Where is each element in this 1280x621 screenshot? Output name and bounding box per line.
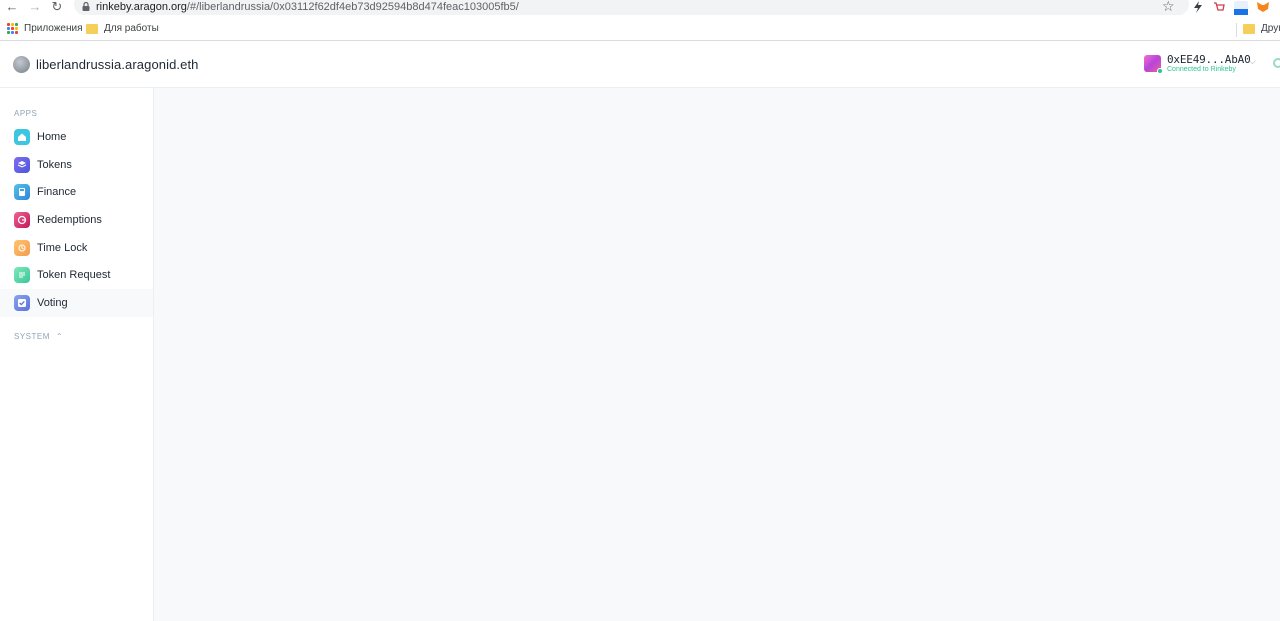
- cart-extension-icon[interactable]: [1212, 0, 1226, 14]
- reload-icon[interactable]: ↻: [50, 0, 64, 14]
- sidebar-item-voting[interactable]: Voting: [0, 289, 153, 317]
- org-logo-icon: [13, 56, 30, 73]
- time-lock-icon: [14, 239, 30, 256]
- token-request-icon: [14, 267, 30, 284]
- system-section-toggle[interactable]: SYSTEM ⌃: [14, 332, 63, 341]
- network-status: Connected to Rinkeby: [1167, 66, 1236, 73]
- sidebar: APPS Home Tokens Finance Redemptions Tim…: [0, 88, 154, 621]
- sidebar-item-time-lock[interactable]: Time Lock: [0, 234, 153, 262]
- redemptions-icon: [14, 211, 30, 228]
- sidebar-item-label: Voting: [37, 296, 68, 309]
- folder-icon: [1243, 23, 1255, 34]
- bookmark-label: Для работы: [104, 23, 159, 34]
- bookmark-label: Други: [1261, 23, 1280, 34]
- metamask-fox-icon[interactable]: [1256, 0, 1270, 14]
- bookmark-label: Приложения: [24, 23, 83, 34]
- sidebar-item-finance[interactable]: Finance: [0, 178, 153, 206]
- bookmarks-bar: Приложения Для работы Други: [0, 19, 1280, 41]
- home-icon: [14, 128, 30, 145]
- sidebar-item-label: Home: [37, 130, 67, 143]
- bookmark-work-folder[interactable]: Для работы: [86, 23, 159, 34]
- app-header: liberlandrussia.aragonid.eth 0xEE49...Ab…: [0, 42, 1280, 88]
- bookmark-star-icon[interactable]: ☆: [1162, 0, 1175, 13]
- url-text[interactable]: rinkeby.aragon.org/#/liberlandrussia/0x0…: [96, 1, 519, 13]
- system-section-label: SYSTEM: [14, 332, 50, 341]
- sidebar-item-token-request[interactable]: Token Request: [0, 261, 153, 289]
- sidebar-item-label: Token Request: [37, 269, 111, 282]
- bolt-extension-icon[interactable]: [1191, 0, 1205, 14]
- account-address: 0xEE49...AbA0: [1167, 53, 1251, 66]
- apps-grid-icon: [7, 23, 18, 34]
- main-content: [154, 88, 1280, 621]
- sidebar-item-label: Tokens: [37, 158, 72, 171]
- sidebar-item-redemptions[interactable]: Redemptions: [0, 206, 153, 234]
- org-name: liberlandrussia.aragonid.eth: [36, 57, 199, 72]
- sidebar-item-tokens[interactable]: Tokens: [0, 151, 153, 179]
- connection-status-dot: [1157, 68, 1163, 74]
- voting-icon: [14, 294, 30, 311]
- gear-icon[interactable]: [1273, 58, 1280, 68]
- bookmarks-divider: [1236, 23, 1237, 37]
- new-extension-icon[interactable]: [1233, 0, 1249, 16]
- org-switcher[interactable]: liberlandrussia.aragonid.eth: [13, 56, 199, 73]
- chevron-up-icon: ⌃: [55, 332, 63, 341]
- forward-arrow-icon[interactable]: →: [28, 0, 42, 14]
- apps-section-label: APPS: [14, 109, 38, 118]
- finance-icon: [14, 184, 30, 201]
- back-arrow-icon[interactable]: ←: [5, 0, 19, 14]
- account-button[interactable]: 0xEE49...AbA0 Connected to Rinkeby ⌵: [1144, 53, 1264, 77]
- sidebar-item-label: Time Lock: [37, 241, 88, 254]
- chevron-down-icon: ⌵: [1249, 56, 1256, 66]
- tokens-icon: [14, 156, 30, 173]
- folder-icon: [86, 23, 98, 34]
- url-path: /#/liberlandrussia/0x03112f62df4eb73d925…: [186, 1, 519, 13]
- url-host: rinkeby.aragon.org: [96, 1, 187, 13]
- bookmark-other-folder[interactable]: Други: [1243, 23, 1280, 34]
- lock-icon: [82, 2, 90, 11]
- browser-toolbar: ← → ↻ rinkeby.aragon.org/#/liberlandruss…: [0, 0, 1280, 17]
- sidebar-item-label: Finance: [37, 186, 77, 199]
- app-nav: Home Tokens Finance Redemptions Time Loc…: [0, 123, 153, 317]
- sidebar-item-home[interactable]: Home: [0, 123, 153, 151]
- sidebar-item-label: Redemptions: [37, 213, 102, 226]
- bookmark-apps[interactable]: Приложения: [7, 23, 83, 34]
